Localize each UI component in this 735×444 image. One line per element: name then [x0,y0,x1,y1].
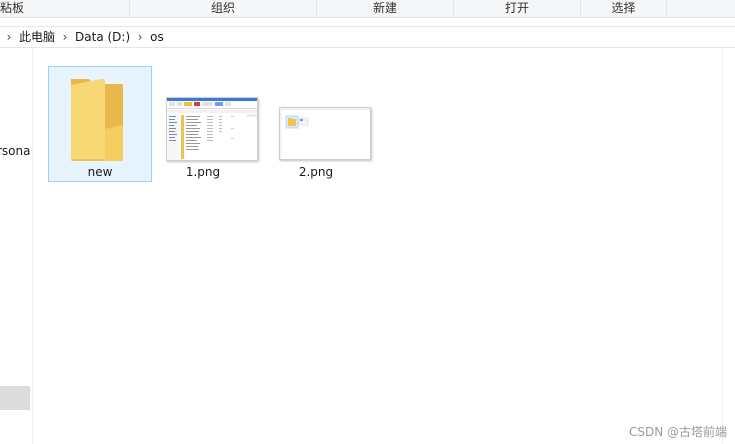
nav-item-selected[interactable] [0,386,30,410]
file-name: new [87,165,113,179]
chevron-right-icon[interactable]: › [58,27,72,47]
ribbon-group-select: 选择 [581,0,667,17]
chevron-right-icon[interactable]: › [133,27,147,47]
image-thumbnail [279,107,371,160]
file-name: 2.png [298,165,334,179]
chevron-right-icon[interactable]: › [2,27,16,47]
file-item-1-png[interactable]: 1.png [151,66,258,182]
ribbon-group-new: 新建 [317,0,454,17]
ribbon-group-empty [667,0,735,17]
image-thumbnail [166,97,258,161]
ribbon-group-clipboard: 粘板 [0,0,130,17]
file-item-new-folder[interactable]: new [48,66,152,182]
file-name: 1.png [185,165,221,179]
ribbon-group-labels: 粘板 组织 新建 打开 选择 [0,0,735,18]
explorer-screenshot-thumbnail-icon [167,98,257,160]
vertical-scrollbar[interactable] [722,49,735,444]
watermark: CSDN @古塔前端 [628,425,727,439]
ribbon-group-organize: 组织 [130,0,317,17]
folder-icon [71,78,123,161]
breadcrumb-this-pc[interactable]: 此电脑 [16,27,58,47]
file-list[interactable]: new 1.png 2.png [34,49,722,444]
breadcrumb-data-drive[interactable]: Data (D:) [72,27,133,47]
ribbon-group-open: 打开 [454,0,581,17]
file-item-2-png[interactable]: 2.png [264,66,371,182]
nav-item-personal[interactable]: rsona [0,144,31,158]
address-bar[interactable]: › 此电脑 › Data (D:) › os [0,26,735,48]
file-explorer-window: 粘板 组织 新建 打开 选择 › 此电脑 › Data (D:) › os rs… [0,0,735,444]
breadcrumb-os[interactable]: os [147,27,167,47]
navigation-pane[interactable]: rsona [0,49,33,444]
folder-screenshot-thumbnail-icon [280,108,370,159]
